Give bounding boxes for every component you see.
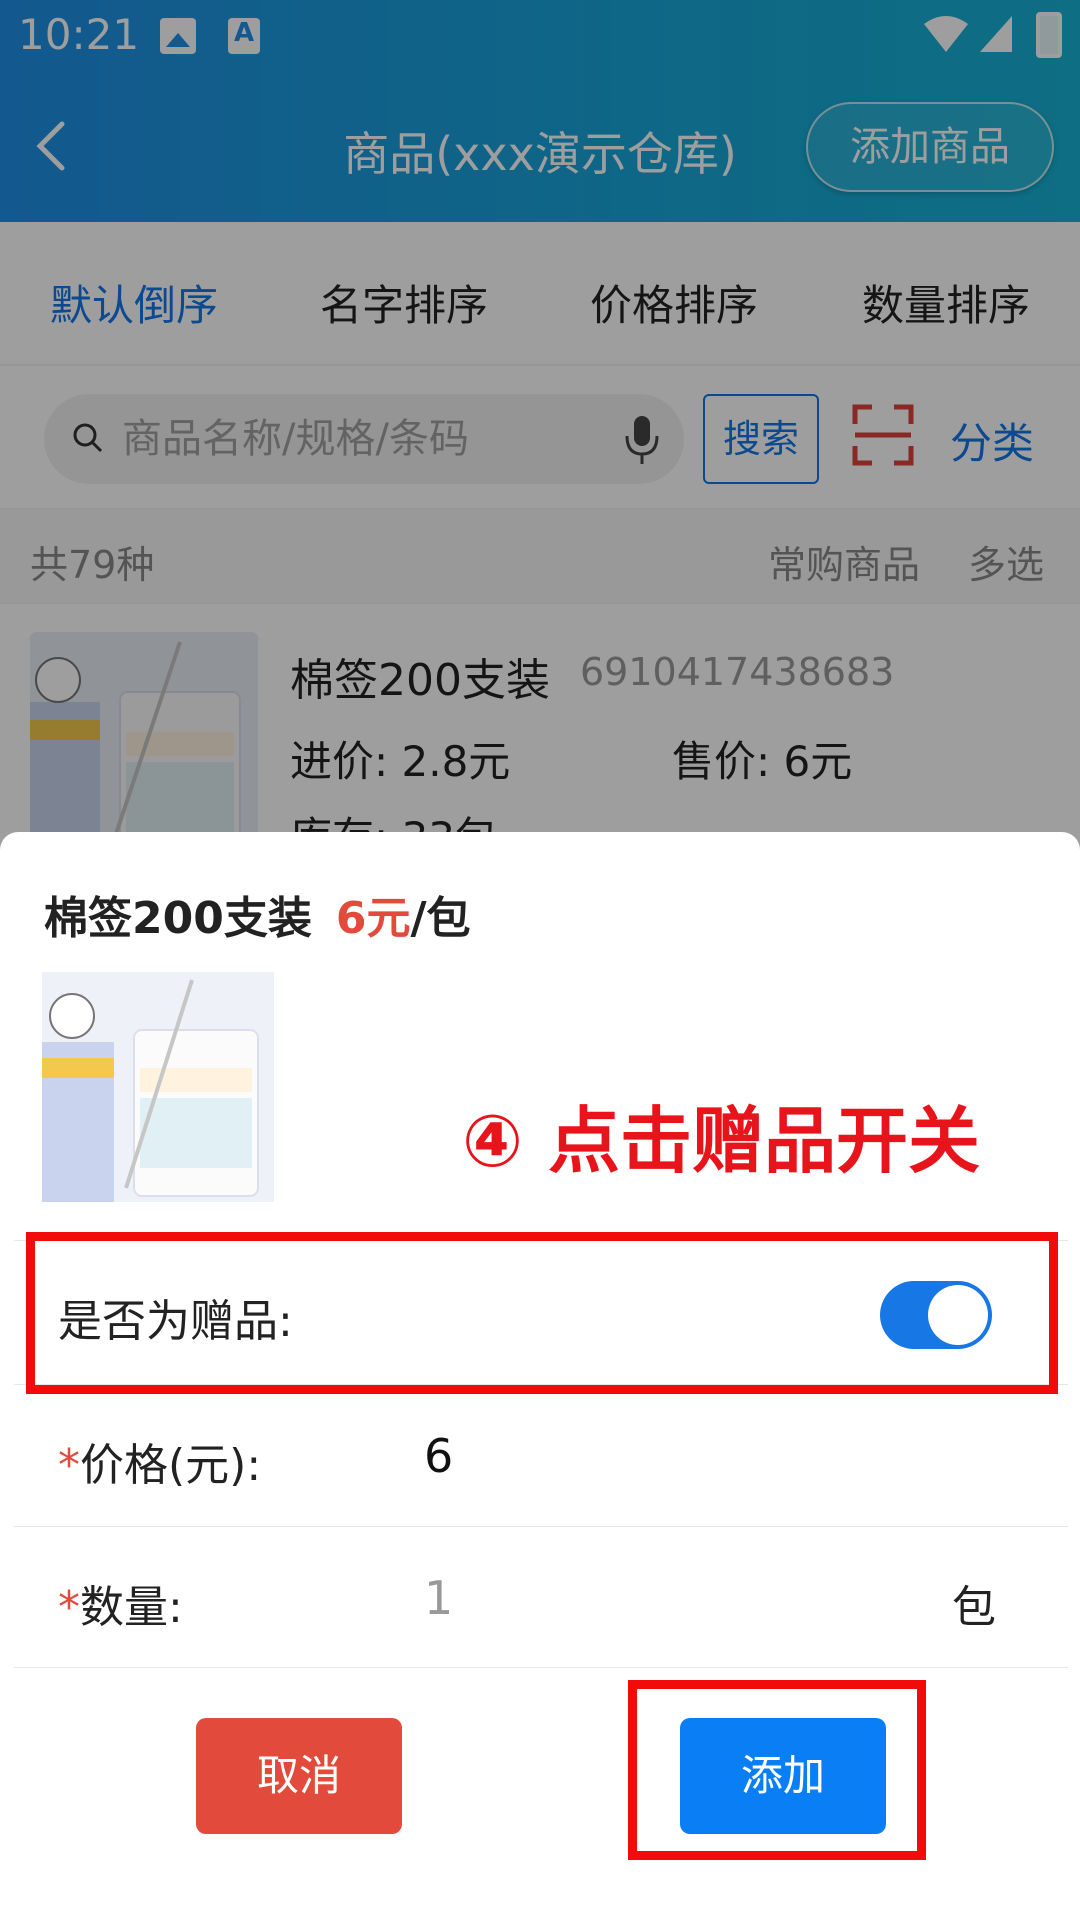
quantity-unit: 包 — [952, 1582, 996, 1633]
dialog-unit-suffix: /包 — [410, 893, 471, 944]
add-button-highlight — [628, 1680, 926, 1860]
dialog-title: 棉签200支装 6元/包 — [44, 882, 471, 946]
price-label: *价格(元): — [58, 1440, 262, 1491]
quantity-input[interactable] — [424, 1563, 824, 1633]
dialog-product-image — [42, 972, 274, 1202]
price-row: *价格(元): — [14, 1384, 1068, 1526]
gift-toggle-highlight — [26, 1232, 1058, 1394]
cancel-button[interactable]: 取消 — [196, 1718, 402, 1834]
dialog-product-price: 6元 — [335, 893, 411, 944]
tutorial-hint: ④ 点击赠品开关 — [462, 1099, 981, 1183]
price-input[interactable] — [424, 1421, 924, 1491]
quantity-row: *数量: 包 — [14, 1526, 1068, 1668]
dialog-product-name: 棉签200支装 — [44, 893, 312, 944]
quantity-label: *数量: — [58, 1582, 183, 1633]
